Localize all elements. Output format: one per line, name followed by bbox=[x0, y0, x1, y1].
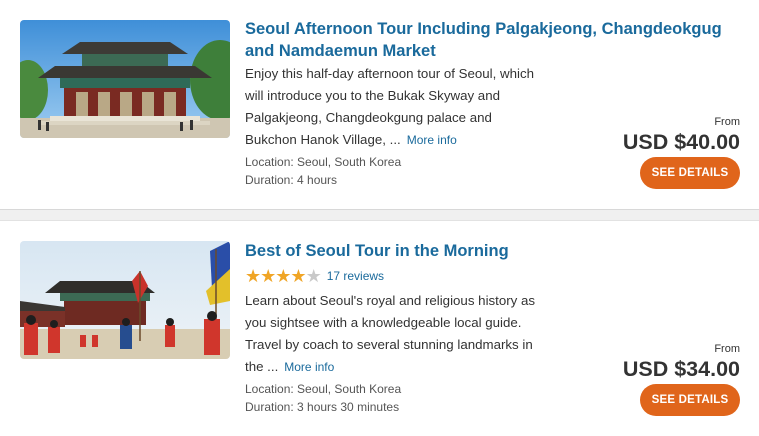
star-rating: ★ ★ ★ ★ ★ 17 reviews bbox=[245, 267, 384, 285]
tour-meta: Location: Seoul, South Korea Duration: 4… bbox=[245, 153, 401, 189]
price-from-label: From bbox=[714, 116, 740, 128]
price-from-label: From bbox=[714, 343, 740, 355]
tour-description: Enjoy this half-day afternoon tour of Se… bbox=[245, 63, 537, 151]
tour-location: Location: Seoul, South Korea bbox=[245, 382, 402, 396]
tour-description-text: Enjoy this half-day afternoon tour of Se… bbox=[245, 66, 535, 147]
tour-meta: Location: Seoul, South Korea Duration: 3… bbox=[245, 380, 401, 416]
tour-description: Learn about Seoul's royal and religious … bbox=[245, 290, 537, 378]
tour-title[interactable]: Best of Seoul Tour in the Morning bbox=[245, 240, 725, 262]
tour-image[interactable] bbox=[20, 20, 230, 138]
tour-duration: Duration: 3 hours 30 minutes bbox=[245, 400, 400, 414]
see-details-button[interactable]: SEE DETAILS bbox=[640, 384, 740, 416]
guard-ceremony-photo-icon bbox=[20, 241, 230, 359]
tour-location: Location: Seoul, South Korea bbox=[245, 155, 402, 169]
tour-price: USD $34.00 bbox=[622, 357, 740, 381]
card-divider bbox=[0, 209, 759, 221]
palace-photo-icon bbox=[20, 20, 230, 138]
star-empty-icon: ★ bbox=[305, 266, 322, 286]
see-details-button[interactable]: SEE DETAILS bbox=[640, 157, 740, 189]
more-info-link[interactable]: More info bbox=[284, 360, 334, 374]
tour-price: USD $40.00 bbox=[622, 130, 740, 154]
tour-duration: Duration: 4 hours bbox=[245, 173, 338, 187]
star-icon: ★ bbox=[245, 266, 262, 286]
star-icon: ★ bbox=[275, 266, 292, 286]
star-icon: ★ bbox=[260, 266, 277, 286]
tour-card: Seoul Afternoon Tour Including Palgakjeo… bbox=[0, 0, 759, 209]
tour-image[interactable] bbox=[20, 241, 230, 359]
star-icon: ★ bbox=[290, 266, 307, 286]
tour-card: Best of Seoul Tour in the Morning ★ ★ ★ … bbox=[0, 221, 759, 436]
more-info-link[interactable]: More info bbox=[407, 133, 457, 147]
reviews-link[interactable]: 17 reviews bbox=[327, 269, 384, 283]
tour-title[interactable]: Seoul Afternoon Tour Including Palgakjeo… bbox=[245, 18, 725, 62]
